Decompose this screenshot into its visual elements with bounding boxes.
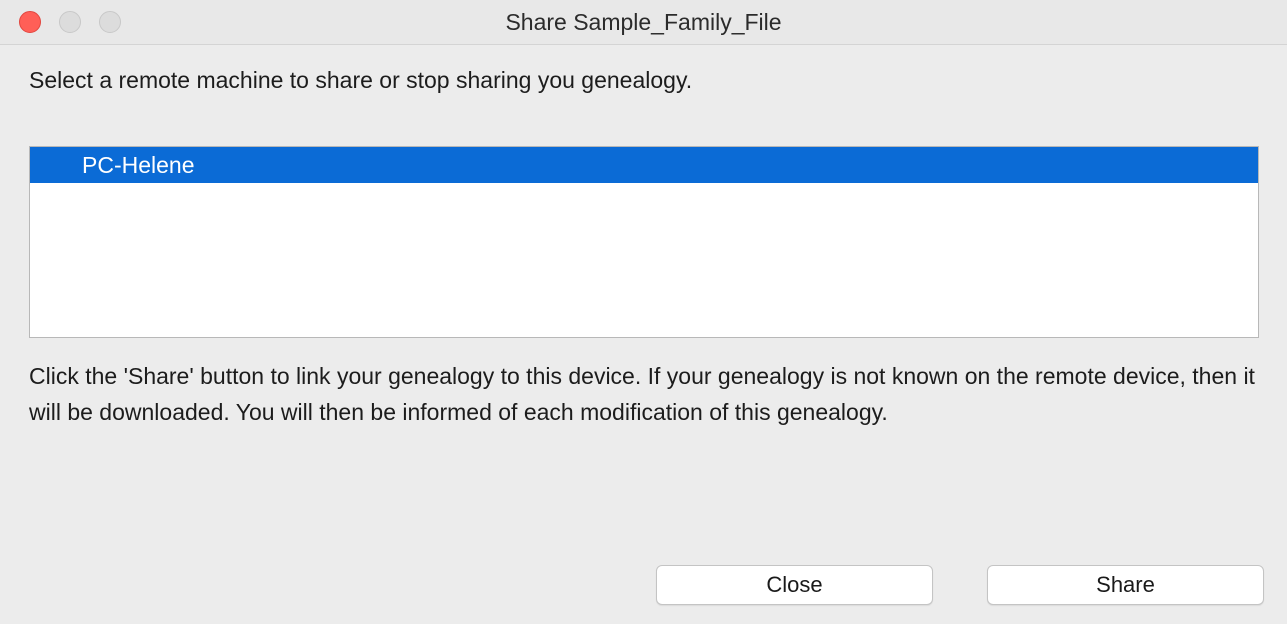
machine-list-item[interactable]: PC-Helene — [30, 147, 1258, 183]
remote-machine-list[interactable]: PC-Helene — [29, 146, 1259, 338]
share-info-text: Click the 'Share' button to link your ge… — [29, 363, 1255, 425]
share-dialog: Share Sample_Family_File Select a remote… — [0, 0, 1287, 624]
share-button[interactable]: Share — [987, 565, 1264, 605]
instruction-text: Select a remote machine to share or stop… — [29, 67, 693, 93]
close-button[interactable]: Close — [656, 565, 933, 605]
title-bar[interactable]: Share Sample_Family_File — [0, 0, 1287, 45]
window-title: Share Sample_Family_File — [505, 9, 782, 35]
